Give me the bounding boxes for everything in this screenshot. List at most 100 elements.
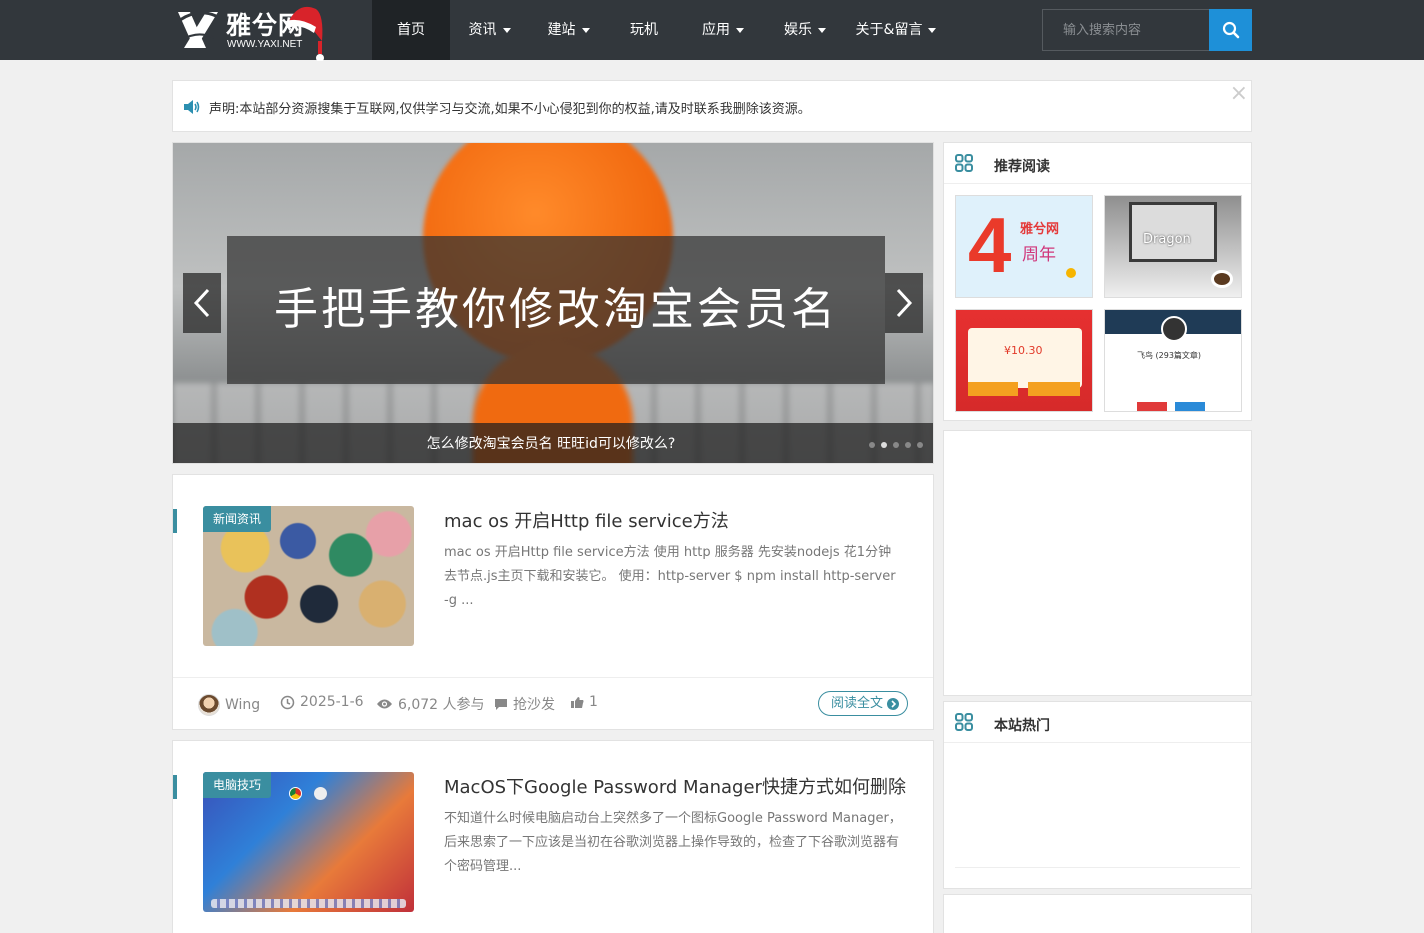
- logo-x-icon: [178, 11, 218, 48]
- grid-icon: [955, 154, 973, 172]
- widget-title: 推荐阅读: [994, 159, 1050, 175]
- notice-text: 声明:本站部分资源搜集于互联网,仅供学习与交流,如果不小心侵犯到你的权益,请及时…: [209, 102, 811, 117]
- dragon-text: Dragon: [1143, 232, 1191, 247]
- date-text: 2025-1-6: [300, 694, 364, 710]
- post-thumbnail[interactable]: 新闻资讯: [203, 506, 414, 646]
- slide-dot[interactable]: [869, 442, 875, 448]
- slide-dot[interactable]: [905, 442, 911, 448]
- likes-count: 1: [589, 694, 598, 710]
- chrome-icon: [289, 787, 302, 800]
- featured-slider[interactable]: 手把手教你修改淘宝会员名 怎么修改淘宝会员名 旺旺id可以修改么?: [172, 142, 934, 464]
- nav-build-site[interactable]: 建站: [529, 0, 608, 60]
- recommended-thumb[interactable]: 飞鸟 (293篇文章): [1104, 309, 1242, 412]
- recommended-thumb[interactable]: 4 雅兮网 周年: [955, 195, 1093, 298]
- nav-phone[interactable]: 玩机: [608, 0, 680, 60]
- santa-hat-icon: [286, 6, 324, 61]
- nav-label: 玩机: [630, 22, 658, 38]
- key-icon: [314, 787, 327, 800]
- comment-icon: [495, 698, 507, 710]
- chevron-down-icon: [818, 27, 826, 33]
- category-tag[interactable]: 电脑技巧: [203, 772, 272, 798]
- nav-entertainment[interactable]: 娱乐: [766, 0, 844, 60]
- post-thumbnail[interactable]: 电脑技巧: [203, 772, 414, 912]
- profile-btn-2: [1175, 402, 1205, 411]
- post-title[interactable]: mac os 开启Http file service方法: [444, 507, 729, 533]
- search-button[interactable]: [1209, 9, 1252, 51]
- slide-dot[interactable]: [917, 442, 923, 448]
- post-meta: Wing 2025-1-6 6,072 人参与 抢沙发 1 阅读全文: [173, 677, 933, 729]
- coffee-cup: [1211, 270, 1233, 288]
- main-nav: 首页 资讯 建站 玩机 应用 娱乐 关于&留言: [372, 0, 948, 60]
- chevron-down-icon: [502, 27, 511, 33]
- slide-caption-box: 手把手教你修改淘宝会员名: [227, 236, 885, 384]
- arrow-circle-icon: [887, 697, 899, 710]
- red-packet-amount: ¥10.30: [1004, 344, 1043, 357]
- recommended-thumb[interactable]: Dragon: [1104, 195, 1242, 298]
- nav-label: 建站: [547, 22, 576, 38]
- search-input[interactable]: [1042, 9, 1210, 51]
- search-icon: [1222, 21, 1239, 39]
- author-name: Wing: [225, 697, 261, 713]
- widget-next: [943, 894, 1252, 933]
- dock-bar: [211, 899, 406, 908]
- widget-header: 推荐阅读: [944, 143, 1251, 184]
- recommended-thumb[interactable]: ¥10.30: [955, 309, 1093, 412]
- nav-label: 关于&留言: [855, 22, 923, 38]
- search-box: [1042, 9, 1252, 51]
- widget-title: 本站热门: [994, 718, 1050, 734]
- category-marker: [173, 775, 177, 799]
- speaker-icon: [184, 100, 200, 114]
- widget-header: 本站热门: [944, 702, 1251, 743]
- anniversary-brand: 雅兮网: [1020, 222, 1060, 237]
- widget-hot: 本站热门: [943, 701, 1252, 889]
- nav-apps[interactable]: 应用: [680, 0, 766, 60]
- chevron-left-icon: [193, 288, 210, 318]
- nav-label: 资讯: [468, 22, 497, 38]
- red-packet-button-2: [1028, 382, 1080, 396]
- category-tag[interactable]: 新闻资讯: [203, 506, 272, 532]
- slide-caption: 手把手教你修改淘宝会员名: [274, 284, 838, 335]
- author[interactable]: Wing: [198, 694, 260, 716]
- chevron-down-icon: [736, 27, 744, 33]
- nav-home[interactable]: 首页: [372, 0, 450, 60]
- anniversary-label: 周年: [1022, 245, 1056, 265]
- post-excerpt: 不知道什么时候电脑启动台上突然多了一个图标Google Password Man…: [444, 811, 902, 874]
- red-packet-card: [968, 328, 1082, 388]
- slide-title[interactable]: 怎么修改淘宝会员名 旺旺id可以修改么?: [173, 423, 929, 463]
- comments-text: 抢沙发: [513, 697, 555, 713]
- nav-news[interactable]: 资讯: [450, 0, 529, 60]
- slide-next-button[interactable]: [885, 273, 923, 333]
- eye-icon: [377, 699, 392, 709]
- slide-prev-button[interactable]: [183, 273, 221, 333]
- widget-blank: [943, 430, 1252, 696]
- widget-recommended: 推荐阅读 4 雅兮网 周年 Dragon ¥10.30 飞鸟 (293篇文章): [943, 142, 1252, 421]
- notice-bar: 声明:本站部分资源搜集于互联网,仅供学习与交流,如果不小心侵犯到你的权益,请及时…: [172, 80, 1252, 132]
- avatar: [198, 694, 220, 716]
- slide-dots: [869, 442, 923, 448]
- clock-icon: [280, 695, 295, 709]
- profile-name: 飞鸟 (293篇文章): [1137, 351, 1202, 360]
- post-views: 6,072 人参与: [376, 694, 485, 714]
- anniversary-number: 4: [968, 201, 1012, 289]
- nav-label: 首页: [397, 22, 425, 38]
- profile-btn: [1137, 402, 1167, 411]
- chevron-down-icon: [928, 27, 937, 33]
- read-more-button[interactable]: 阅读全文: [817, 691, 908, 716]
- slide-dot[interactable]: [893, 442, 899, 448]
- confetti: [1066, 268, 1076, 278]
- grid-icon: [955, 713, 973, 731]
- post-card: 新闻资讯 mac os 开启Http file service方法 mac os…: [172, 474, 934, 730]
- chevron-right-icon: [896, 288, 913, 318]
- post-title[interactable]: MacOS下Google Password Manager快捷方式如何删除: [444, 773, 906, 799]
- chevron-down-icon: [581, 27, 590, 33]
- post-excerpt: mac os 开启Http file service方法 使用 http 服务器…: [444, 545, 896, 608]
- nav-label: 应用: [702, 22, 730, 38]
- post-likes[interactable]: 1: [570, 694, 598, 710]
- post-card: 电脑技巧 MacOS下Google Password Manager快捷方式如何…: [172, 740, 934, 933]
- close-icon[interactable]: ×: [1230, 83, 1248, 105]
- category-marker: [173, 509, 177, 533]
- site-logo[interactable]: 雅兮网 WWW.YAXI.NET: [174, 0, 334, 61]
- nav-about[interactable]: 关于&留言: [844, 0, 948, 60]
- post-comments[interactable]: 抢沙发: [494, 694, 555, 714]
- slide-dot[interactable]: [881, 442, 887, 448]
